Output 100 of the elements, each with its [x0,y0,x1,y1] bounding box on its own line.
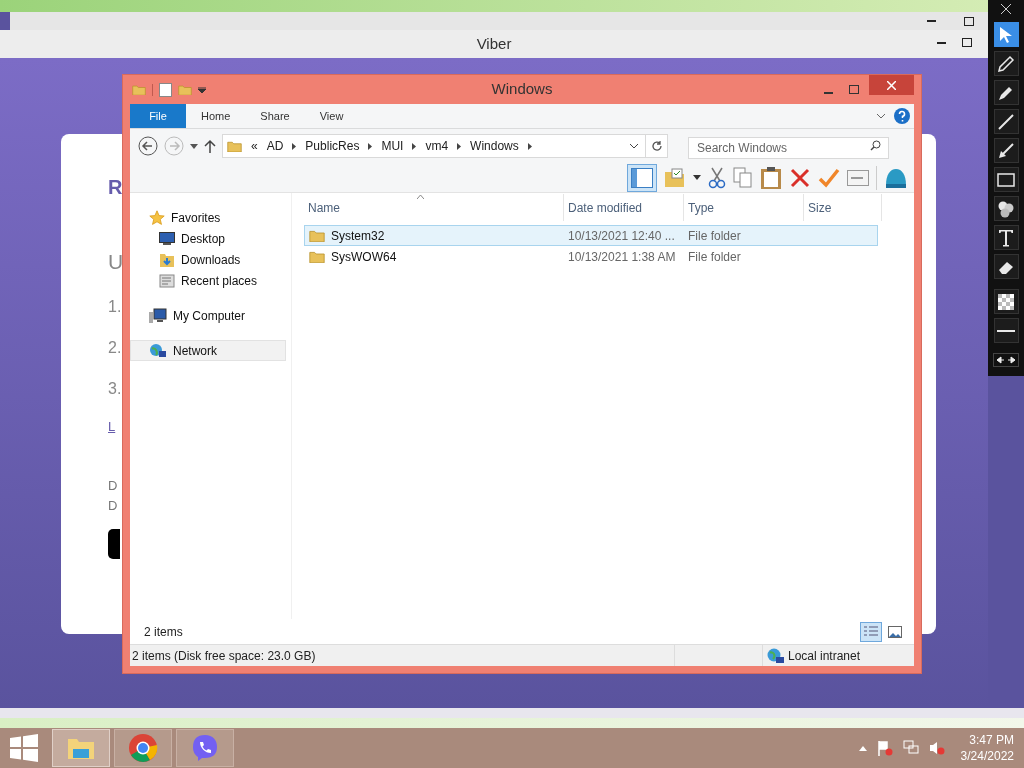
checkmark-icon[interactable] [818,166,840,189]
column-header[interactable]: Date modified [564,194,684,221]
rename-icon[interactable] [847,169,869,186]
rectangle-icon [997,172,1015,187]
up-arrow-icon[interactable] [204,139,216,153]
caret-down-icon[interactable] [198,86,206,93]
store-button[interactable] [108,529,120,559]
back-icon[interactable] [138,136,158,156]
pencil-icon [997,54,1015,73]
breadcrumb[interactable]: vm4 [425,137,449,155]
minimize-icon [823,91,833,94]
page-text: 1. [108,296,122,317]
caret-down-icon[interactable] [693,175,701,180]
chevron-down-icon[interactable] [876,113,886,119]
nav-item[interactable]: Favorites [130,207,291,228]
line-width-icon [997,328,1015,333]
chevron-right-icon[interactable] [457,142,462,150]
swap-arrows-icon[interactable] [993,353,1019,367]
windows-icon[interactable] [10,734,38,762]
chevron-right-icon[interactable] [527,142,532,150]
chevron-right-icon[interactable] [368,142,373,150]
chevron-right-icon[interactable] [292,142,297,150]
tool-button[interactable] [993,318,1019,343]
nav-item[interactable]: My Computer [130,305,291,326]
column-header[interactable]: Name [304,194,564,221]
delete-icon[interactable] [789,166,811,189]
computer-icon [149,307,167,324]
ribbon-tab[interactable]: Home [186,104,246,128]
preview-pane-button[interactable] [627,163,657,192]
zone-label: Local intranet [788,647,861,665]
column-header[interactable]: Size [804,194,882,221]
breadcrumb[interactable]: MUI [381,137,404,155]
page-text: U [108,249,124,275]
link[interactable]: L [108,416,116,436]
tool-button[interactable] [993,109,1019,134]
cursor-icon [999,25,1013,44]
page-text: 3. [108,378,122,399]
chevron-down-icon[interactable] [629,143,639,149]
search-field[interactable]: Search Windows [688,137,889,159]
help-icon[interactable] [894,108,910,124]
tool-button[interactable] [993,254,1019,279]
file-row[interactable]: SysWOW64 10/13/2021 1:38 AM File folder [304,246,878,267]
nav-item[interactable]: Network [130,340,286,361]
phone-bubble-icon [190,733,220,763]
close-button[interactable] [869,75,914,95]
nav-item[interactable]: Downloads [130,249,291,270]
folder-icon [309,228,325,243]
maximize-icon [964,16,974,26]
numbered-circles-icon [997,199,1015,218]
network-icon [149,342,167,359]
nav-item[interactable]: Recent places [130,270,291,291]
tool-button[interactable] [993,225,1019,250]
tool-button[interactable] [993,51,1019,76]
line-icon [997,112,1015,131]
caret-up-icon[interactable] [858,745,867,751]
search-icon[interactable] [870,140,881,151]
breadcrumb[interactable]: Windows [470,137,519,155]
speaker-icon[interactable] [928,740,945,756]
minimize-icon [937,41,946,44]
view-button[interactable] [860,621,882,642]
tool-button[interactable] [993,138,1019,163]
ribbon-tab[interactable]: View [304,104,359,128]
column-header[interactable]: Type [684,194,804,221]
tool-button[interactable] [993,80,1019,105]
ribbon-tab[interactable]: Share [245,104,305,128]
properties-icon[interactable] [159,82,172,97]
sort-caret-icon [417,195,424,199]
address-bar[interactable]: « AD PublicRes MUI vm4 Windows [222,134,646,158]
tool-button[interactable] [993,22,1019,47]
file-row[interactable]: System32 10/13/2021 12:40 ... File folder [304,225,878,246]
clipboard-icon[interactable] [760,165,782,190]
breadcrumb[interactable]: AD [266,137,284,155]
tool-button[interactable] [993,167,1019,192]
details-view-icon [864,625,878,638]
folder-icon [132,83,146,96]
window-title: Viber [476,33,512,54]
page-text: 2. [108,337,122,358]
refresh-icon [650,140,663,152]
type-cell-text: File folder [687,248,742,266]
taskbar-button[interactable] [114,729,172,767]
breadcrumb[interactable]: PublicRes [305,137,360,155]
monitor-icon [159,232,175,245]
chevron-right-icon[interactable] [412,142,417,150]
flag-icon[interactable] [876,740,893,756]
tool-button[interactable] [993,289,1019,314]
maximize-icon [962,38,972,47]
overflow-chevron[interactable]: « [251,137,258,155]
refresh-button[interactable] [646,134,668,158]
file-menu-button[interactable]: File [130,104,186,128]
folder-check-icon[interactable] [664,166,686,189]
scissors-icon[interactable] [708,166,726,189]
date-cell-text: 10/13/2021 12:40 ... [567,227,676,245]
close-icon[interactable] [1001,4,1011,14]
close-icon [887,80,896,90]
nav-item[interactable]: Desktop [130,228,291,249]
chrome-icon [128,733,158,763]
tool-button[interactable] [993,196,1019,221]
file-name: SysWOW64 [331,248,397,266]
folder-icon [309,249,325,264]
caret-down-icon[interactable] [190,143,198,149]
